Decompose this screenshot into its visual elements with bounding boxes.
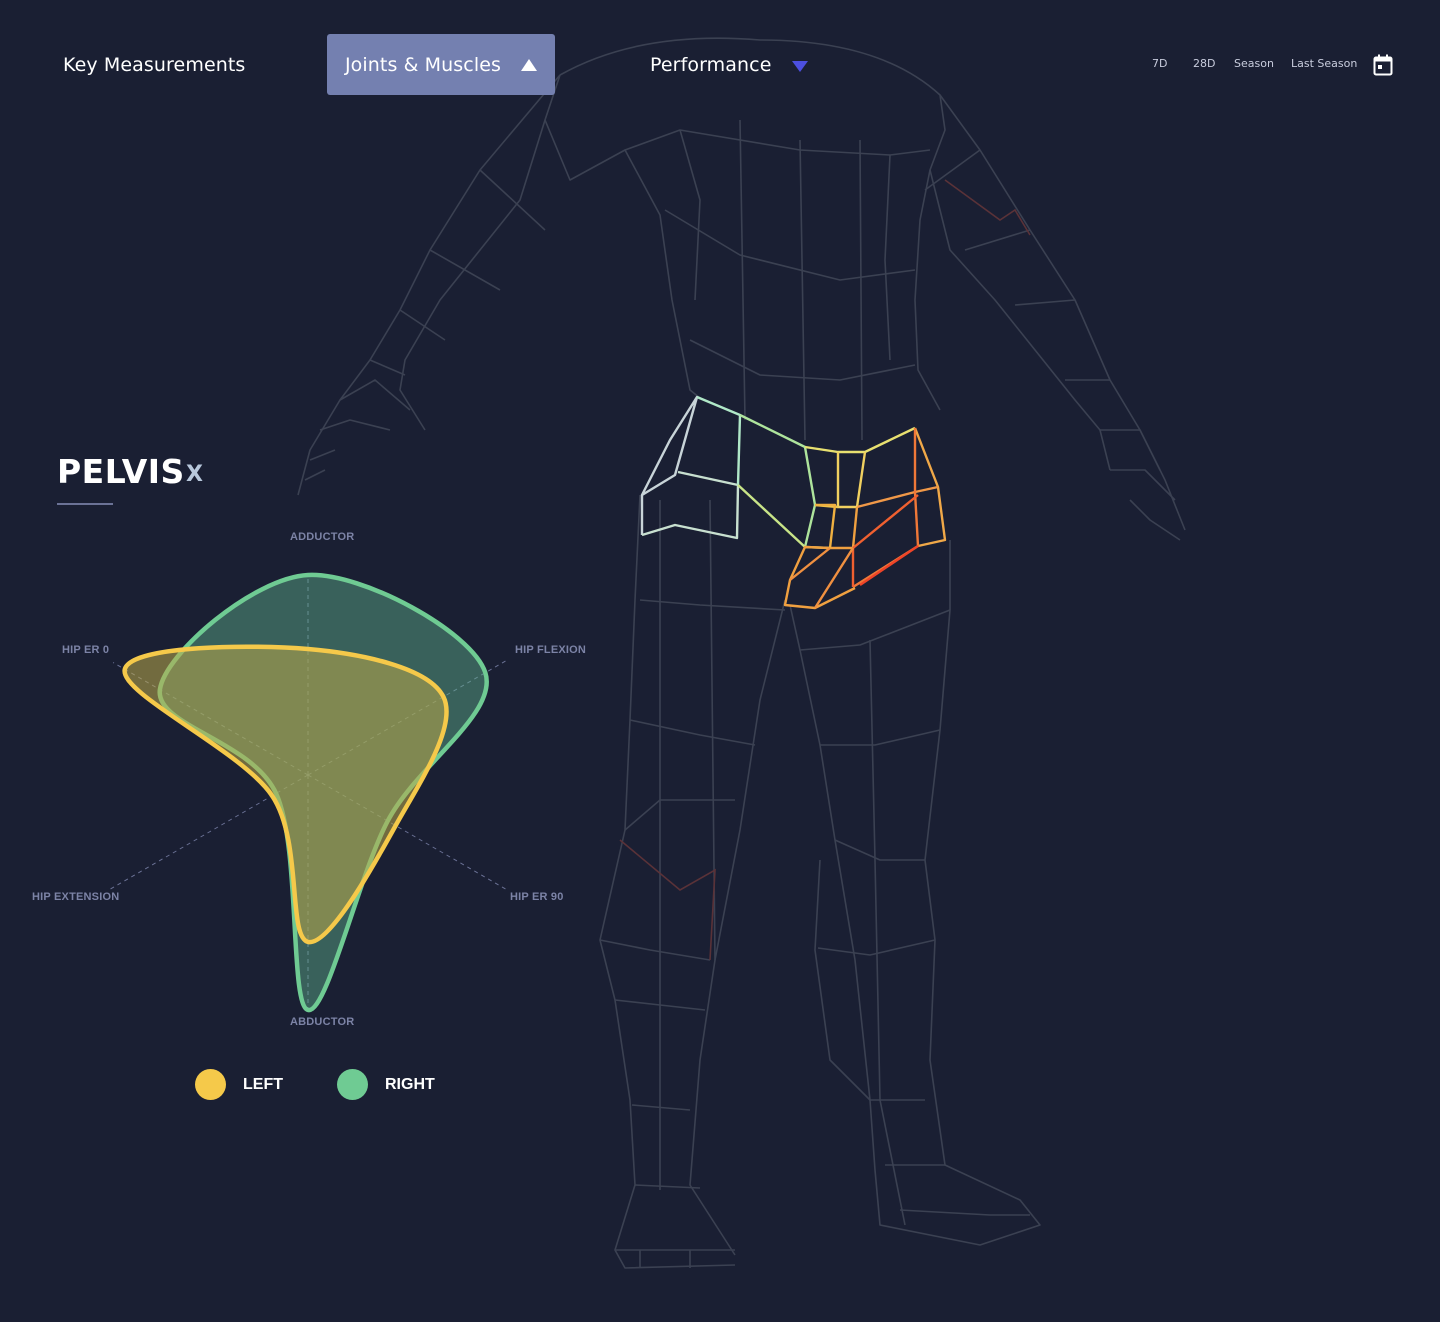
axis-label-hip-er-90: HIP ER 90 bbox=[510, 891, 564, 903]
legend-left[interactable]: LEFT bbox=[195, 1069, 283, 1100]
axis-label-hip-flexion: HIP FLEXION bbox=[515, 644, 587, 656]
tab-performance[interactable]: Performance bbox=[650, 34, 808, 95]
range-28d[interactable]: 28D bbox=[1193, 57, 1215, 70]
app-root: Key Measurements Joints & Muscles Perfor… bbox=[0, 0, 1440, 1322]
radar-chart bbox=[108, 572, 508, 1013]
calendar-icon[interactable] bbox=[1373, 54, 1393, 76]
range-last-season[interactable]: Last Season bbox=[1291, 57, 1357, 70]
legend-right-label: RIGHT bbox=[385, 1075, 435, 1093]
radar-series-left bbox=[122, 644, 449, 945]
legend-left-swatch bbox=[195, 1069, 226, 1100]
range-season[interactable]: Season bbox=[1234, 57, 1274, 70]
caret-down-icon bbox=[791, 60, 808, 72]
axis-label-hip-extension: HIP EXTENSION bbox=[32, 891, 120, 903]
axis-label-hip-er-0: HIP ER 0 bbox=[62, 644, 110, 656]
axis-label-abductor: ABDUCTOR bbox=[290, 1016, 355, 1028]
axis-label-adductor: ADDUCTOR bbox=[290, 531, 355, 543]
range-7d[interactable]: 7D bbox=[1152, 57, 1167, 70]
legend-left-label: LEFT bbox=[243, 1075, 283, 1093]
legend-right[interactable]: RIGHT bbox=[337, 1069, 435, 1100]
legend-right-swatch bbox=[337, 1069, 368, 1100]
tab-performance-label: Performance bbox=[650, 53, 772, 76]
